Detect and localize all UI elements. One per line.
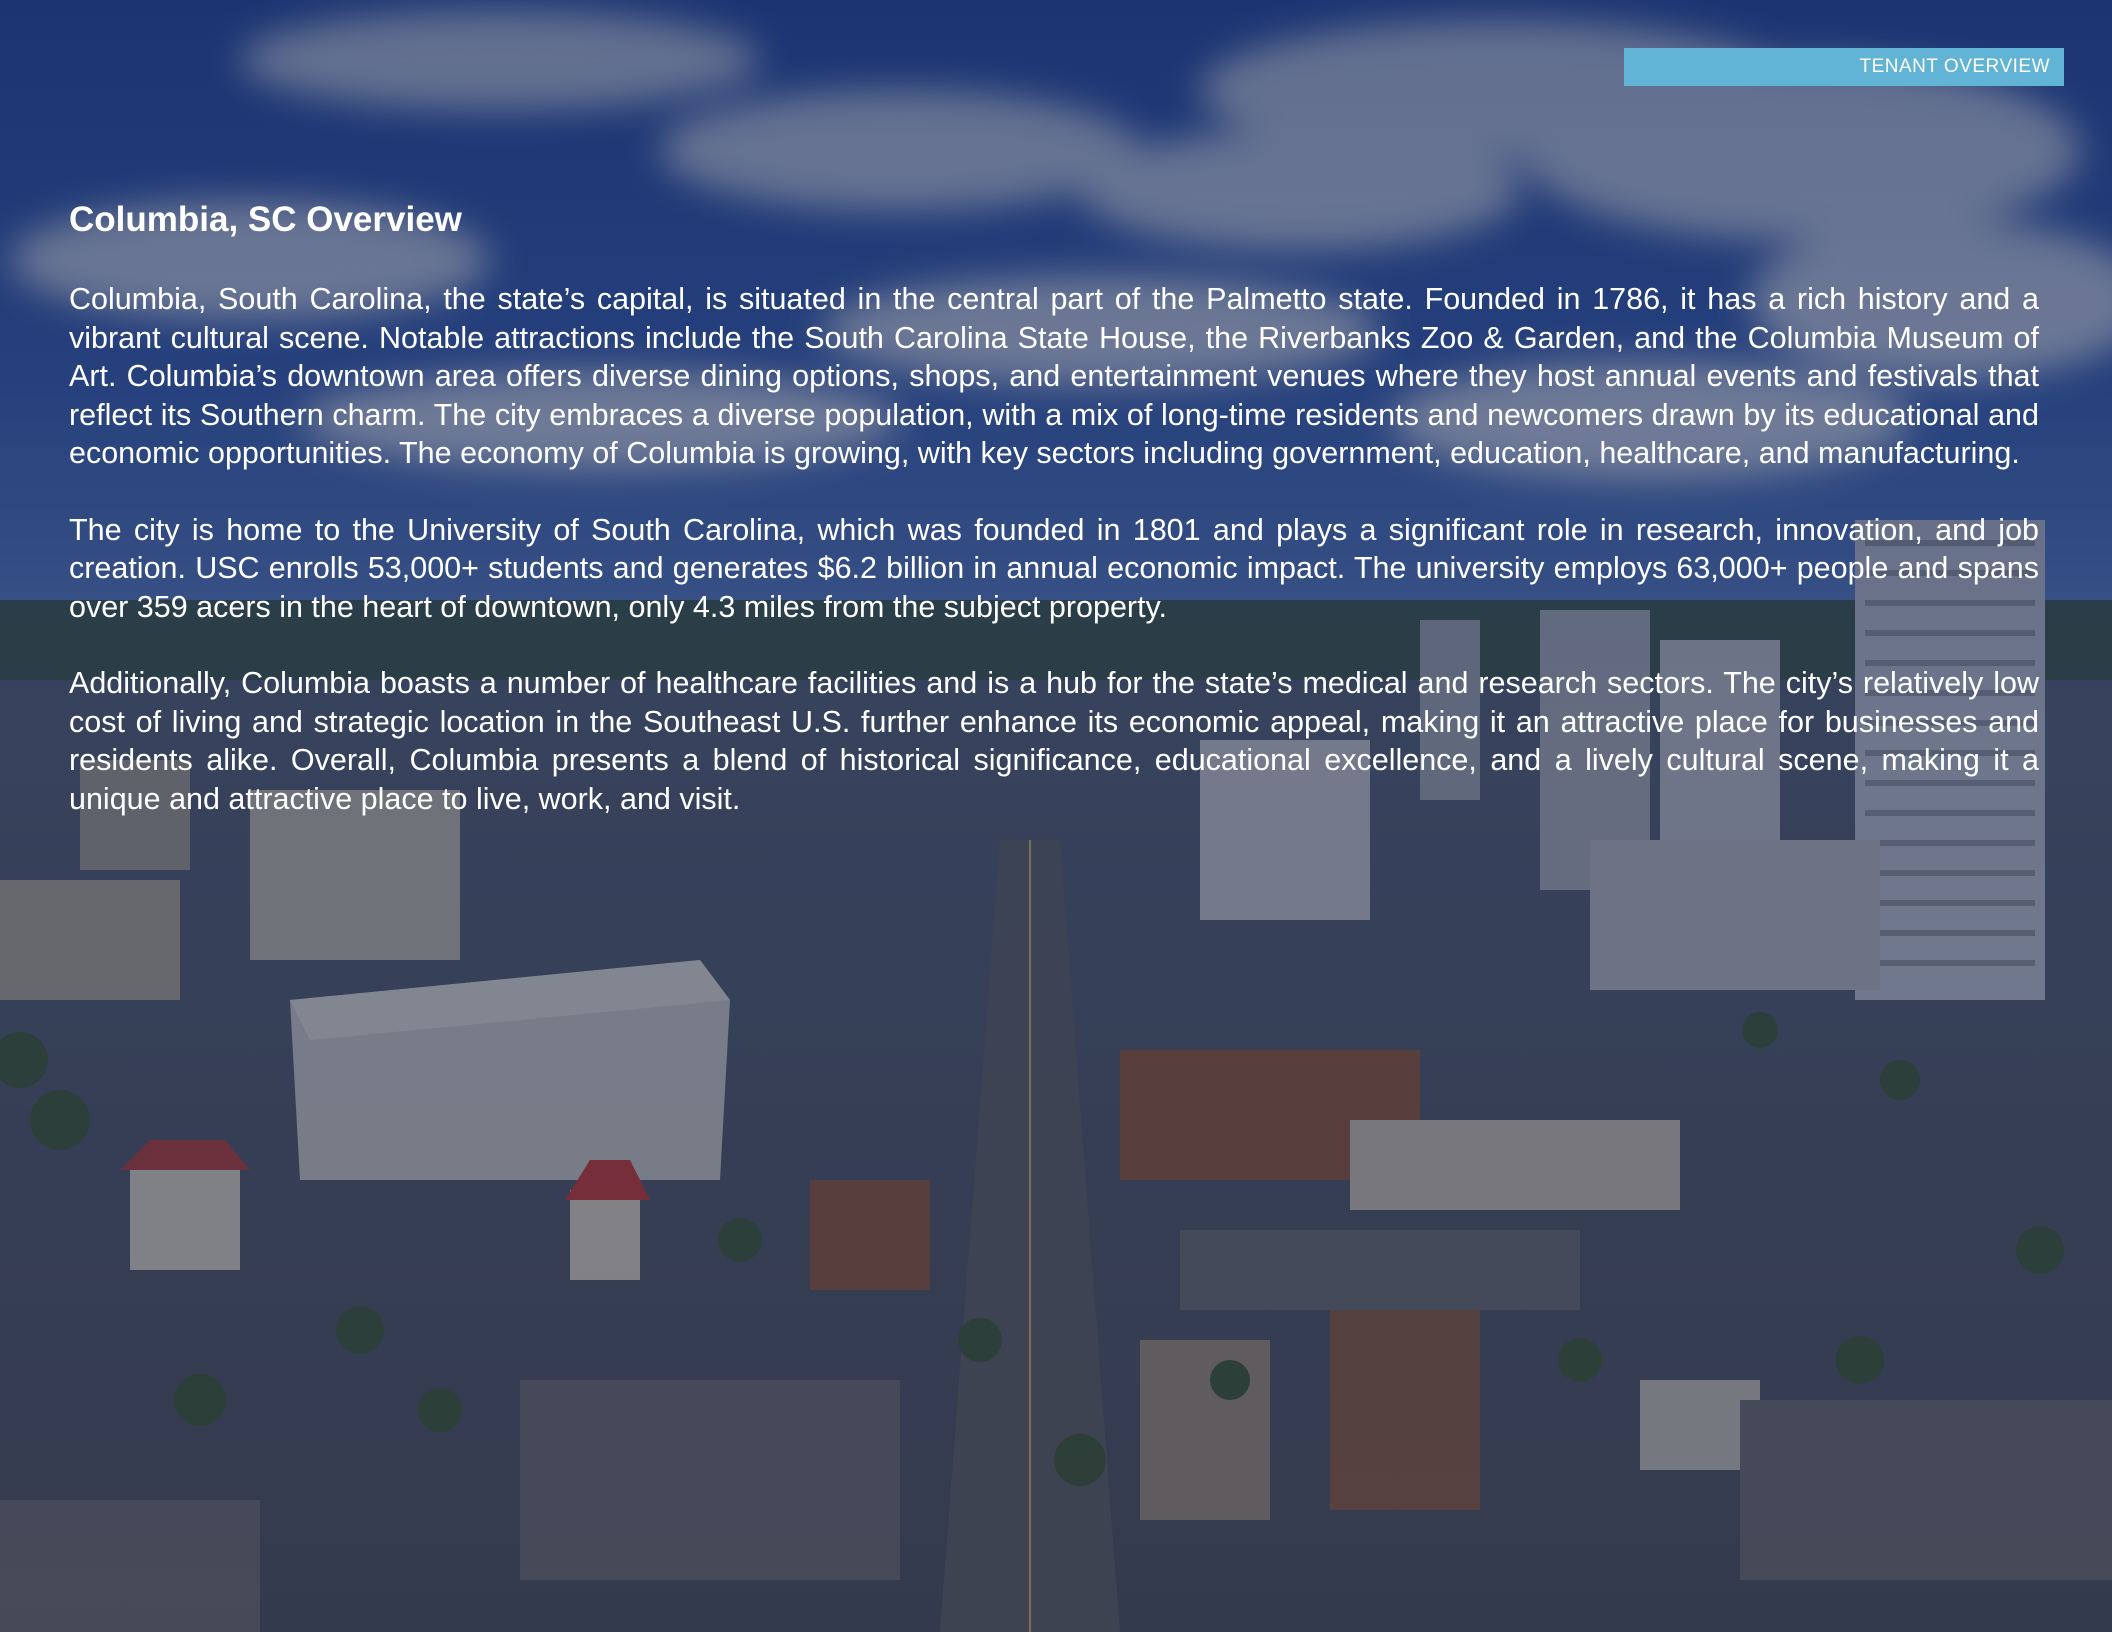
page-title: Columbia, SC Overview — [69, 200, 462, 239]
paragraph-healthcare-economy: Additionally, Columbia boasts a number o… — [69, 666, 2039, 816]
tenant-overview-label: TENANT OVERVIEW — [1859, 56, 2050, 77]
tenant-overview-tag: TENANT OVERVIEW — [1624, 48, 2064, 86]
overview-content: Columbia, SC Overview Columbia, South Ca… — [69, 196, 2039, 856]
paragraph-history-culture: Columbia, South Carolina, the state’s ca… — [69, 282, 2039, 470]
paragraph-university: The city is home to the University of So… — [69, 512, 2039, 624]
page: TENANT OVERVIEW Columbia, SC Overview Co… — [0, 0, 2112, 1632]
